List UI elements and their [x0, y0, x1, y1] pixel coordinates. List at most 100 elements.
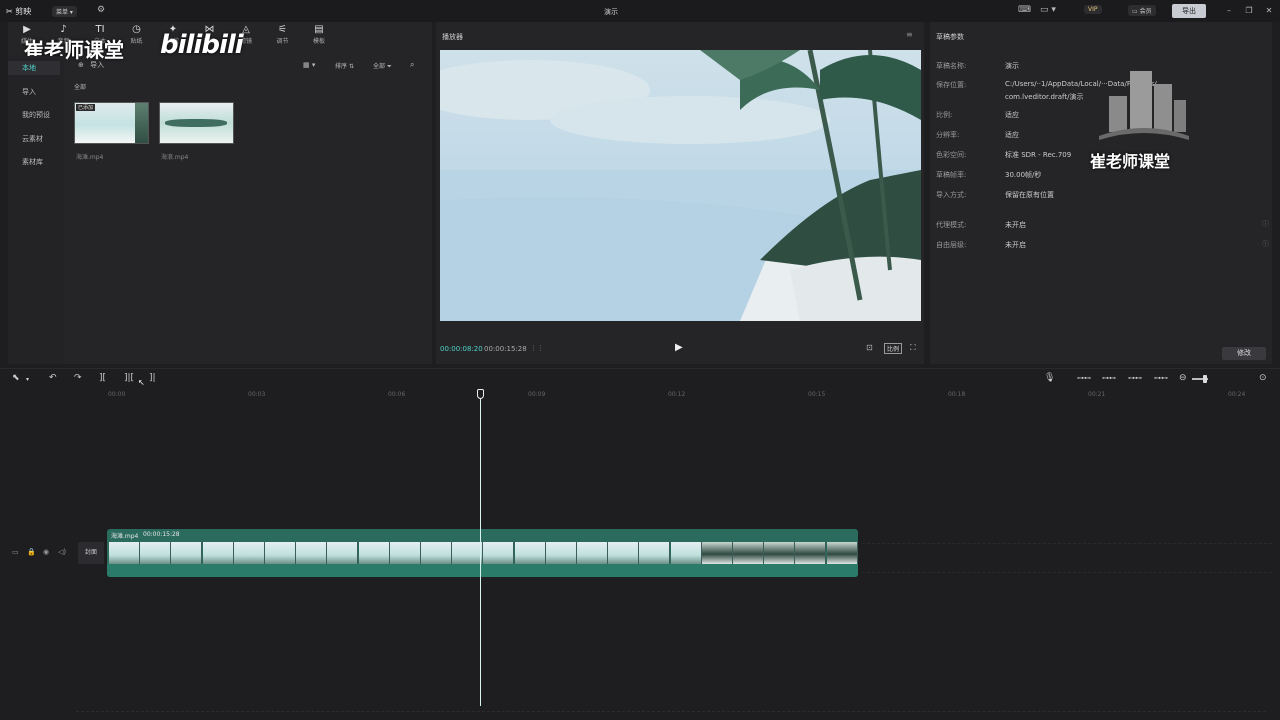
media-sidebar — [8, 56, 64, 364]
view-toggle-icon[interactable]: ▦ ▾ — [303, 61, 315, 69]
clip-name: 海滩.mp4 — [111, 533, 139, 540]
clip-frame-thumbnail — [670, 542, 702, 564]
clip-frame-thumbnail — [233, 542, 265, 564]
menu-icon[interactable]: ≡ — [906, 30, 913, 39]
proxy-info-icon[interactable]: ⓘ — [1262, 219, 1269, 229]
sidebar-item[interactable]: 本地 — [8, 61, 60, 75]
link-audio-icon[interactable]: ⊶⊷ — [1102, 374, 1116, 382]
media-clip-name: 海浪.mp4 — [161, 154, 189, 161]
toolbar-tab[interactable]: ◷ 贴纸 — [124, 24, 150, 50]
toolbar-tab[interactable]: ▤ 模板 — [306, 24, 332, 50]
param-label: 草稿名称: — [936, 62, 967, 70]
clip-frame-thumbnail — [701, 542, 733, 564]
toolbar-tab-label: 调节 — [276, 38, 289, 45]
clip-frame-thumbnail — [389, 542, 421, 564]
snap-icon[interactable]: ⊶⊷ — [1128, 374, 1142, 382]
clip-audio-strip — [107, 564, 858, 577]
plus-icon: ⊕ — [78, 61, 84, 69]
clip-frame-thumbnail — [733, 542, 764, 564]
toolbar-tab-icon: ⚟ — [278, 24, 287, 35]
modify-button[interactable]: 修改 — [1222, 347, 1266, 360]
param-label: 草稿帧率: — [936, 171, 967, 179]
project-title: 演示 — [604, 8, 618, 16]
import-label: 导入 — [90, 61, 105, 69]
track-visible-icon[interactable]: ◉ — [43, 548, 49, 556]
settings-icon[interactable]: ⚙ — [97, 5, 105, 15]
vip-label: VIP — [1088, 6, 1098, 13]
import-button[interactable]: ⊕ 导入 — [78, 60, 104, 70]
app-logo-icon: ✂ — [6, 7, 13, 16]
preview-axis-icon[interactable]: ⊶⊷ — [1154, 374, 1168, 382]
redo-icon[interactable]: ↷ — [74, 373, 82, 383]
clip-frame-thumbnail — [764, 542, 796, 564]
total-time: 00:00:15:28 — [484, 345, 527, 353]
building-logo-graphic — [1099, 71, 1189, 140]
zoom-out-icon[interactable]: ⊖ — [1179, 373, 1187, 383]
track-eye-icon[interactable]: ▭ — [12, 548, 19, 556]
fullscreen-icon[interactable]: ⛶ — [910, 343, 916, 353]
sort-button[interactable]: 排序 ⇅ — [335, 61, 354, 70]
sidebar-item[interactable]: 我的预设 — [8, 108, 60, 122]
minimize-icon[interactable]: – — [1222, 4, 1236, 18]
playhead-handle[interactable] — [477, 389, 484, 399]
split-icon[interactable]: ][ — [99, 373, 106, 383]
play-icon[interactable]: ▶ — [675, 342, 683, 353]
close-icon[interactable]: ✕ — [1262, 4, 1276, 18]
shortcut-icon[interactable]: ⌨ — [1018, 5, 1031, 15]
filter-label: 全部 — [373, 63, 386, 70]
clip-frame-thumbnail — [608, 542, 640, 564]
link-main-icon[interactable]: ⊶⊷ — [1077, 374, 1091, 382]
timeline-tick-label: 00:18 — [948, 391, 966, 398]
screen-icon: ▭ — [1132, 8, 1138, 15]
select-dropdown-icon[interactable]: ▾ — [26, 376, 29, 383]
delete-right-icon[interactable]: ]| — [149, 373, 156, 383]
member-button[interactable]: ▭ 会员 — [1128, 5, 1156, 16]
clip-frame-thumbnail — [140, 542, 172, 564]
palm-shape — [135, 103, 148, 143]
timeline-tick-label: 00:03 — [248, 391, 266, 398]
zoom-slider-handle[interactable] — [1203, 375, 1207, 383]
track-mute-icon[interactable]: ◁) — [58, 548, 66, 556]
app-name: 剪映 — [15, 7, 32, 16]
menu-label: 菜单 — [56, 9, 69, 16]
timeline-tick-label: 00:12 — [668, 391, 686, 398]
sidebar-item[interactable]: 云素材 — [8, 132, 60, 146]
select-tool-icon[interactable]: ⬉ — [12, 373, 20, 383]
media-clip-thumbnail[interactable]: 已添加 — [74, 102, 149, 144]
sort-icon: ⇅ — [348, 63, 354, 70]
sidebar-item[interactable]: 导入 — [8, 85, 60, 99]
media-clip-thumbnail[interactable] — [159, 102, 234, 144]
layer-info-icon[interactable]: ⓘ — [1262, 239, 1269, 249]
playhead-line[interactable] — [480, 396, 481, 706]
fit-icon[interactable]: ⊡ — [866, 343, 873, 352]
clip-frame-thumbnail — [296, 542, 328, 564]
delete-left-icon[interactable]: ]|[ — [124, 373, 134, 383]
media-clip-name: 海滩.mp4 — [76, 154, 104, 161]
video-preview[interactable] — [440, 50, 921, 321]
timecode-menu-icon[interactable]: ⋮⋮ — [530, 344, 544, 352]
timeline-scrollbar[interactable] — [76, 711, 1266, 713]
current-time: 00:00:08:20 — [440, 345, 483, 353]
zoom-fit-icon[interactable]: ⊙ — [1259, 373, 1267, 383]
search-icon[interactable]: ⌕ — [410, 60, 414, 70]
undo-icon[interactable]: ↶ — [49, 373, 57, 383]
param-value: 适应 — [1005, 111, 1019, 119]
layout-icon[interactable]: ▭ ▾ — [1040, 5, 1056, 15]
watermark-bilibili: bilibili — [160, 30, 244, 60]
track-lock-icon[interactable]: 🔒 — [27, 548, 36, 556]
param-label: 保存位置: — [936, 81, 967, 89]
restore-icon[interactable]: ❐ — [1242, 4, 1256, 18]
ratio-button[interactable]: 比例 — [884, 343, 903, 354]
filter-button[interactable]: 全部 ⏷ — [373, 61, 392, 71]
param-label: 分辨率: — [936, 131, 960, 139]
toolbar-tab[interactable]: ⚟ 调节 — [270, 24, 296, 50]
param-value: 适应 — [1005, 131, 1019, 139]
cover-button[interactable]: 封面 — [78, 542, 104, 564]
clip-duration: 00:00:15:28 — [143, 531, 180, 538]
vip-badge[interactable]: VIP — [1084, 5, 1102, 14]
export-button[interactable]: 导出 — [1172, 4, 1206, 18]
mic-icon[interactable]: 🎙 — [1044, 373, 1055, 383]
clip-frame-thumbnail — [202, 542, 234, 564]
sidebar-item[interactable]: 素材库 — [8, 155, 60, 169]
menu-button[interactable]: 菜单 ▾ — [52, 6, 77, 17]
